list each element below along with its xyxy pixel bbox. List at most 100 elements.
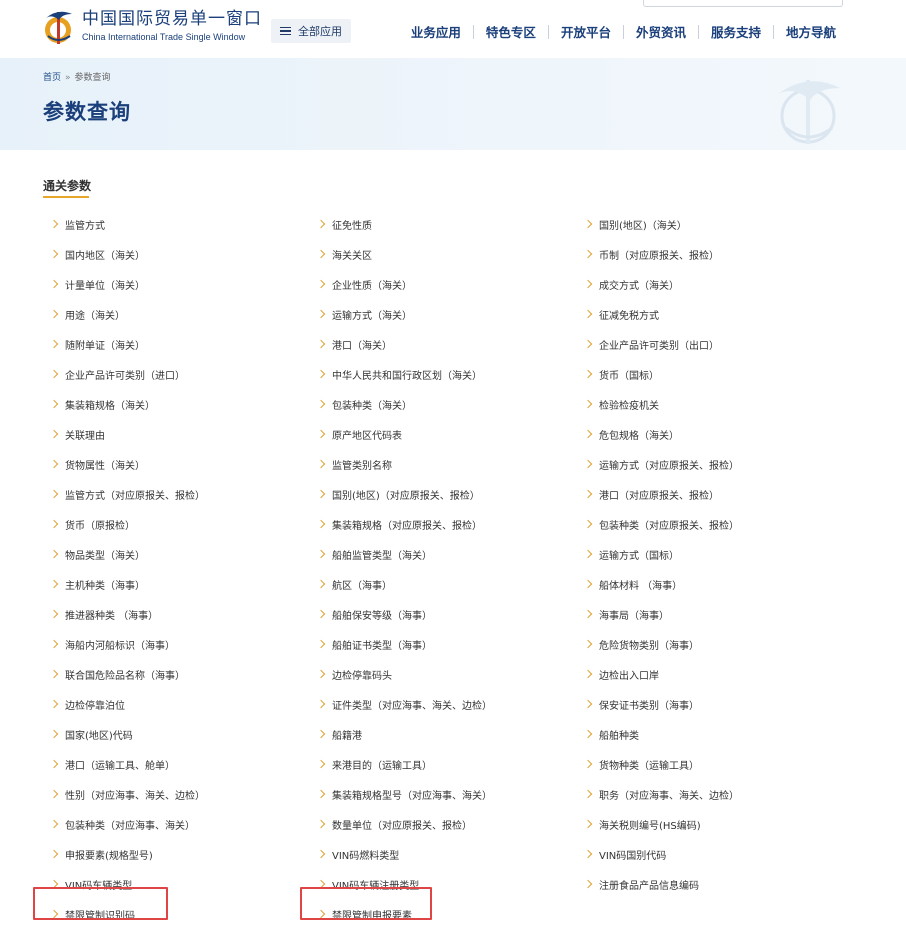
parameter-link[interactable]: 联合国危险品名称（海事） <box>49 659 185 689</box>
parameter-link[interactable]: 原产地区代码表 <box>316 419 402 449</box>
parameter-link[interactable]: 性别（对应海事、海关、边检） <box>49 779 205 809</box>
chevron-right-icon <box>316 369 326 379</box>
parameter-link[interactable]: 集装箱规格型号（对应海事、海关） <box>316 779 492 809</box>
parameter-link[interactable]: VIN码车辆注册类型 <box>316 869 419 899</box>
parameter-link[interactable]: 船舶证书类型（海事） <box>316 629 432 659</box>
parameter-link[interactable]: 包装种类（对应海事、海关） <box>49 809 195 839</box>
parameter-link[interactable]: 注册食品产品信息编码 <box>583 869 699 899</box>
parameter-link[interactable]: 货币（国标） <box>583 359 659 389</box>
brand[interactable]: 中国国际贸易单一窗口 China International Trade Sin… <box>82 9 262 43</box>
parameter-link[interactable]: 边检停靠泊位 <box>49 689 125 719</box>
parameter-link[interactable]: 征免性质 <box>316 209 372 239</box>
parameter-link[interactable]: 来港目的（运输工具） <box>316 749 432 779</box>
parameter-link[interactable]: 用途（海关） <box>49 299 125 329</box>
parameter-link-label: 来港目的（运输工具） <box>332 760 432 772</box>
search-input[interactable] <box>643 0 843 7</box>
parameter-link[interactable]: 职务（对应海事、海关、边检） <box>583 779 739 809</box>
parameter-link[interactable]: 船籍港 <box>316 719 362 749</box>
parameter-link-label: 主机种类（海事） <box>65 580 145 592</box>
parameter-link[interactable]: 主机种类（海事） <box>49 569 145 599</box>
parameter-link[interactable]: 企业产品许可类别（出口） <box>583 329 719 359</box>
parameter-link[interactable]: 航区（海事） <box>316 569 392 599</box>
parameter-link[interactable]: 监管方式（对应原报关、报检） <box>49 479 205 509</box>
brand-name-cn: 中国国际贸易单一窗口 <box>82 9 262 29</box>
nav-item[interactable]: 地方导航 <box>774 22 836 41</box>
parameter-link[interactable]: 集装箱规格（对应原报关、报检） <box>316 509 482 539</box>
chevron-right-icon <box>583 759 593 769</box>
logo-emblem-icon[interactable] <box>42 6 78 46</box>
parameter-link[interactable]: 企业产品许可类别（进口） <box>49 359 185 389</box>
nav-item[interactable]: 特色专区 <box>474 22 548 41</box>
parameter-link[interactable]: 计量单位（海关） <box>49 269 145 299</box>
parameter-link[interactable]: 成交方式（海关） <box>583 269 679 299</box>
parameter-link[interactable]: 运输方式（对应原报关、报检） <box>583 449 739 479</box>
parameter-link[interactable]: 边检停靠码头 <box>316 659 392 689</box>
parameter-link[interactable]: 海事局（海事） <box>583 599 669 629</box>
parameter-link[interactable]: 货物种类（运输工具） <box>583 749 699 779</box>
chevron-right-icon <box>49 549 59 559</box>
parameter-link[interactable]: 危包规格（海关） <box>583 419 679 449</box>
parameter-link-label: 货币（国标） <box>599 370 659 382</box>
parameter-link[interactable]: 边检出入口岸 <box>583 659 659 689</box>
parameter-link[interactable]: 港口（运输工具、舱单） <box>49 749 175 779</box>
all-apps-button[interactable]: 全部应用 <box>271 19 351 43</box>
parameter-link[interactable]: 包装种类（海关） <box>316 389 412 419</box>
parameter-link[interactable]: 随附单证（海关） <box>49 329 145 359</box>
nav-item[interactable]: 服务支持 <box>699 22 773 41</box>
parameter-link[interactable]: 货物属性（海关） <box>49 449 145 479</box>
parameter-link[interactable]: 证件类型（对应海事、海关、边检） <box>316 689 492 719</box>
parameter-link[interactable]: 国家(地区)代码 <box>49 719 133 749</box>
parameter-link[interactable]: 国别(地区)（对应原报关、报检） <box>316 479 480 509</box>
parameter-link[interactable]: 运输方式（海关） <box>316 299 412 329</box>
parameter-link[interactable]: VIN码车辆类型 <box>49 869 132 899</box>
brand-name-en: China International Trade Single Window <box>82 32 246 42</box>
parameter-link[interactable]: 监管方式 <box>49 209 105 239</box>
breadcrumb-home-link[interactable]: 首页 <box>43 73 61 83</box>
parameter-link[interactable]: 申报要素(规格型号) <box>49 839 153 869</box>
parameter-link[interactable]: 检验检疫机关 <box>583 389 659 419</box>
parameter-link[interactable]: 港口（海关） <box>316 329 392 359</box>
nav-item[interactable]: 外贸资讯 <box>624 22 698 41</box>
chevron-right-icon <box>49 339 59 349</box>
parameter-link[interactable]: 国别(地区)（海关） <box>583 209 687 239</box>
chevron-right-icon <box>583 519 593 529</box>
parameter-link[interactable]: 船舶种类 <box>583 719 639 749</box>
parameter-link[interactable]: 监管类别名称 <box>316 449 392 479</box>
parameter-link[interactable]: 集装箱规格（海关） <box>49 389 155 419</box>
parameter-link[interactable]: 禁限管制识别码 <box>49 899 135 929</box>
parameter-link[interactable]: 船舶保安等级（海事） <box>316 599 432 629</box>
parameter-link[interactable]: 数量单位（对应原报关、报检） <box>316 809 472 839</box>
chevron-right-icon <box>316 519 326 529</box>
chevron-right-icon <box>583 339 593 349</box>
parameter-link[interactable]: 推进器种类 （海事） <box>49 599 158 629</box>
parameter-link[interactable]: 港口（对应原报关、报检） <box>583 479 719 509</box>
chevron-right-icon <box>583 579 593 589</box>
parameter-link[interactable]: 海关关区 <box>316 239 372 269</box>
parameter-link[interactable]: VIN码燃料类型 <box>316 839 399 869</box>
parameter-link[interactable]: 货币（原报检） <box>49 509 135 539</box>
parameter-link[interactable]: 物品类型（海关） <box>49 539 145 569</box>
parameter-link-label: VIN码国别代码 <box>599 850 667 862</box>
parameter-link[interactable]: 保安证书类别（海事） <box>583 689 699 719</box>
parameter-link[interactable]: 海船内河船标识（海事） <box>49 629 175 659</box>
nav-item[interactable]: 开放平台 <box>549 22 623 41</box>
parameter-link[interactable]: 海关税则编号(HS编码) <box>583 809 701 839</box>
parameter-link[interactable]: VIN码国别代码 <box>583 839 667 869</box>
parameter-link[interactable]: 征减免税方式 <box>583 299 659 329</box>
parameter-link[interactable]: 船体材料 （海事） <box>583 569 682 599</box>
parameter-link[interactable]: 关联理由 <box>49 419 105 449</box>
parameter-link[interactable]: 运输方式（国标） <box>583 539 679 569</box>
parameter-link-label: 禁限管制识别码 <box>65 910 135 922</box>
nav-item[interactable]: 业务应用 <box>399 22 473 41</box>
parameter-link[interactable]: 国内地区（海关） <box>49 239 145 269</box>
parameter-link-label: 检验检疫机关 <box>599 400 659 412</box>
chevron-right-icon <box>583 639 593 649</box>
parameter-link[interactable]: 币制（对应原报关、报检） <box>583 239 719 269</box>
parameter-link[interactable]: 中华人民共和国行政区划（海关） <box>316 359 482 389</box>
parameter-link[interactable]: 包装种类（对应原报关、报检） <box>583 509 739 539</box>
chevron-right-icon <box>49 579 59 589</box>
parameter-link[interactable]: 企业性质（海关） <box>316 269 412 299</box>
parameter-link[interactable]: 危险货物类别（海事） <box>583 629 699 659</box>
parameter-link[interactable]: 禁限管制申报要素 <box>316 899 412 929</box>
parameter-link[interactable]: 船舶监管类型（海关） <box>316 539 432 569</box>
